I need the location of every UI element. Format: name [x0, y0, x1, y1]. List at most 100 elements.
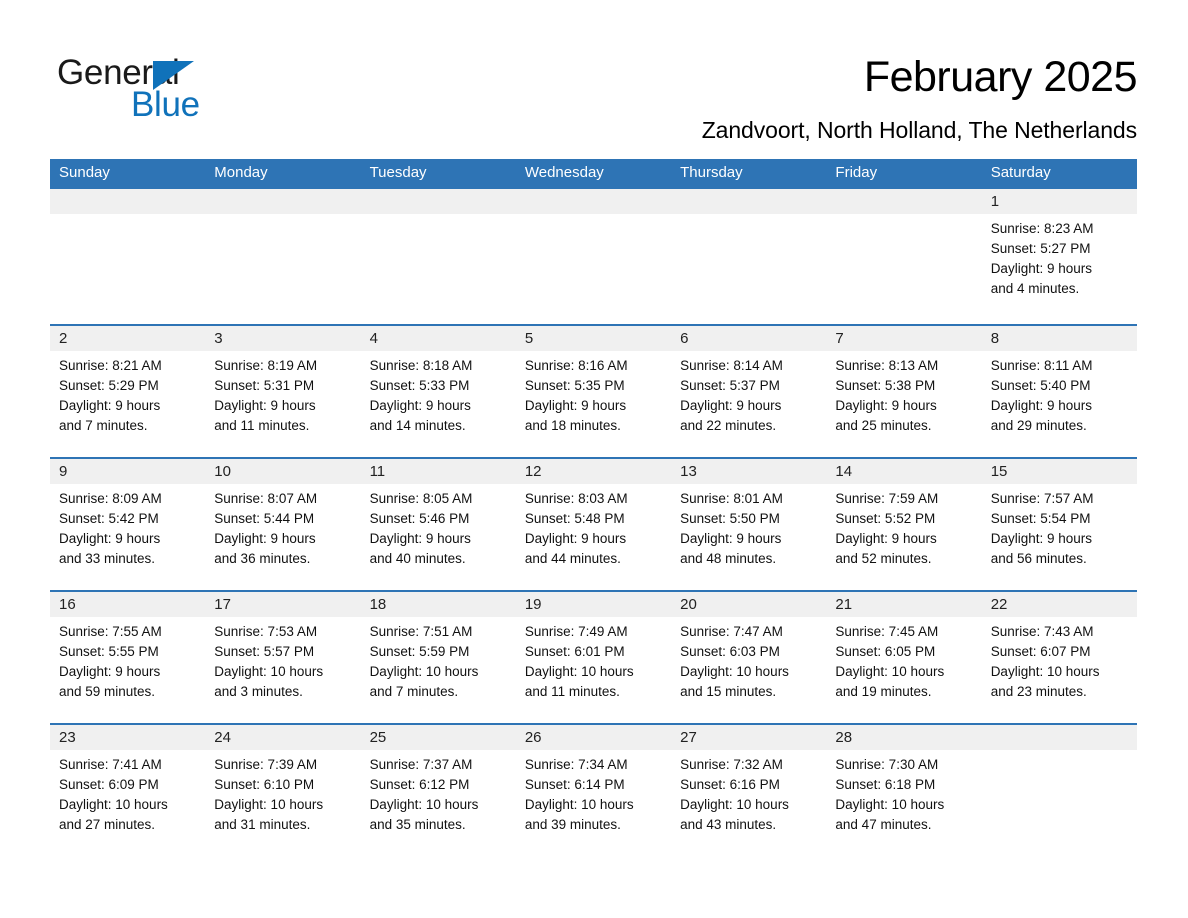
day-number: 25 — [360, 725, 516, 750]
daylight-text-line2: and 3 minutes. — [214, 684, 303, 699]
day-cell[interactable]: 22 Sunrise: 7:43 AM Sunset: 6:07 PM Dayl… — [981, 590, 1137, 724]
day-cell[interactable]: 21 Sunrise: 7:45 AM Sunset: 6:05 PM Dayl… — [826, 590, 982, 724]
sunset-text: Sunset: 5:55 PM — [59, 644, 159, 659]
day-cell[interactable]: 16 Sunrise: 7:55 AM Sunset: 5:55 PM Dayl… — [50, 590, 206, 724]
daylight-text-line2: and 25 minutes. — [835, 418, 932, 433]
day-cell[interactable]: 28 Sunrise: 7:30 AM Sunset: 6:18 PM Dayl… — [826, 723, 982, 842]
day-cell[interactable]: 24 Sunrise: 7:39 AM Sunset: 6:10 PM Dayl… — [205, 723, 361, 842]
day-number — [515, 189, 672, 214]
week-row: 2 Sunrise: 8:21 AM Sunset: 5:29 PM Dayli… — [50, 324, 1137, 458]
daylight-text-line2: and 22 minutes. — [680, 418, 777, 433]
sunrise-text: Sunrise: 8:07 AM — [214, 491, 318, 506]
sunset-text: Sunset: 6:16 PM — [680, 777, 780, 792]
sunset-text: Sunset: 5:35 PM — [524, 378, 625, 393]
sunrise-text: Sunrise: 8:16 AM — [524, 358, 628, 373]
day-cell[interactable]: 10 Sunrise: 8:07 AM Sunset: 5:44 PM Dayl… — [205, 457, 361, 591]
sunset-text: Sunset: 5:48 PM — [524, 511, 625, 526]
day-number — [826, 189, 982, 214]
daylight-text-line1: Daylight: 9 hours — [59, 531, 161, 546]
weekday-header-row: Sunday Monday Tuesday Wednesday Thursday… — [50, 159, 1137, 188]
daylight-text-line1: Daylight: 9 hours — [59, 664, 161, 679]
day-cell[interactable] — [360, 187, 516, 325]
daylight-text-line1: Daylight: 10 hours — [59, 797, 168, 812]
daylight-text-line2: and 33 minutes. — [59, 551, 156, 566]
daylight-text-line2: and 11 minutes. — [524, 684, 620, 699]
sunset-text: Sunset: 5:33 PM — [369, 378, 470, 393]
day-cell[interactable]: 7 Sunrise: 8:13 AM Sunset: 5:38 PM Dayli… — [826, 324, 982, 458]
daylight-text-line2: and 27 minutes. — [59, 817, 156, 832]
day-cell[interactable]: 19 Sunrise: 7:49 AM Sunset: 6:01 PM Dayl… — [515, 590, 672, 724]
sunrise-text: Sunrise: 7:39 AM — [214, 757, 318, 772]
day-number: 22 — [981, 592, 1137, 617]
day-cell[interactable] — [205, 187, 361, 325]
day-cell[interactable]: 2 Sunrise: 8:21 AM Sunset: 5:29 PM Dayli… — [50, 324, 206, 458]
daylight-text-line2: and 52 minutes. — [835, 551, 932, 566]
day-cell[interactable]: 17 Sunrise: 7:53 AM Sunset: 5:57 PM Dayl… — [205, 590, 361, 724]
day-cell[interactable]: 27 Sunrise: 7:32 AM Sunset: 6:16 PM Dayl… — [671, 723, 827, 842]
daylight-text-line1: Daylight: 9 hours — [524, 531, 627, 546]
sunset-text: Sunset: 6:14 PM — [524, 777, 625, 792]
day-cell[interactable] — [826, 187, 982, 325]
day-cell[interactable] — [50, 187, 206, 325]
day-number: 18 — [360, 592, 516, 617]
day-number: 26 — [515, 725, 672, 750]
daylight-text-line1: Daylight: 9 hours — [990, 531, 1092, 546]
day-number: 4 — [360, 326, 516, 351]
weekday-header-friday: Friday — [826, 159, 982, 188]
sunrise-text: Sunrise: 7:37 AM — [369, 757, 473, 772]
day-cell[interactable]: 13 Sunrise: 8:01 AM Sunset: 5:50 PM Dayl… — [671, 457, 827, 591]
daylight-text-line1: Daylight: 9 hours — [369, 531, 471, 546]
daylight-text-line2: and 14 minutes. — [369, 418, 466, 433]
day-cell[interactable]: 23 Sunrise: 7:41 AM Sunset: 6:09 PM Dayl… — [50, 723, 206, 842]
day-cell[interactable] — [981, 723, 1137, 842]
sunrise-text: Sunrise: 8:19 AM — [214, 358, 318, 373]
daylight-text-line1: Daylight: 9 hours — [680, 398, 782, 413]
sunset-text: Sunset: 6:18 PM — [835, 777, 936, 792]
day-number: 3 — [205, 326, 361, 351]
day-number — [671, 189, 827, 214]
day-cell[interactable] — [671, 187, 827, 325]
sunrise-text: Sunrise: 7:30 AM — [835, 757, 939, 772]
daylight-text-line2: and 29 minutes. — [990, 418, 1087, 433]
daylight-text-line2: and 59 minutes. — [59, 684, 156, 699]
daylight-text-line1: Daylight: 10 hours — [524, 797, 634, 812]
day-number: 6 — [671, 326, 827, 351]
day-cell[interactable]: 8 Sunrise: 8:11 AM Sunset: 5:40 PM Dayli… — [981, 324, 1137, 458]
sunset-text: Sunset: 5:57 PM — [214, 644, 315, 659]
day-number: 23 — [50, 725, 206, 750]
sunrise-text: Sunrise: 8:21 AM — [59, 358, 162, 373]
day-cell[interactable] — [515, 187, 672, 325]
daylight-text-line1: Daylight: 10 hours — [214, 664, 324, 679]
day-cell[interactable]: 9 Sunrise: 8:09 AM Sunset: 5:42 PM Dayli… — [50, 457, 206, 591]
day-cell[interactable]: 20 Sunrise: 7:47 AM Sunset: 6:03 PM Dayl… — [671, 590, 827, 724]
daylight-text-line1: Daylight: 10 hours — [369, 664, 479, 679]
day-cell[interactable]: 3 Sunrise: 8:19 AM Sunset: 5:31 PM Dayli… — [205, 324, 361, 458]
day-cell[interactable]: 14 Sunrise: 7:59 AM Sunset: 5:52 PM Dayl… — [826, 457, 982, 591]
day-number: 27 — [671, 725, 827, 750]
day-cell[interactable]: 6 Sunrise: 8:14 AM Sunset: 5:37 PM Dayli… — [671, 324, 827, 458]
day-cell[interactable]: 11 Sunrise: 8:05 AM Sunset: 5:46 PM Dayl… — [360, 457, 516, 591]
day-cell[interactable]: 25 Sunrise: 7:37 AM Sunset: 6:12 PM Dayl… — [360, 723, 516, 842]
daylight-text-line2: and 18 minutes. — [524, 418, 621, 433]
day-cell[interactable]: 4 Sunrise: 8:18 AM Sunset: 5:33 PM Dayli… — [360, 324, 516, 458]
sunrise-text: Sunrise: 7:41 AM — [59, 757, 162, 772]
sunrise-text: Sunrise: 7:53 AM — [214, 624, 318, 639]
sunset-text: Sunset: 6:05 PM — [835, 644, 936, 659]
sunset-text: Sunset: 6:12 PM — [369, 777, 470, 792]
daylight-text-line2: and 40 minutes. — [369, 551, 466, 566]
sunrise-text: Sunrise: 7:55 AM — [59, 624, 162, 639]
day-cell[interactable]: 12 Sunrise: 8:03 AM Sunset: 5:48 PM Dayl… — [515, 457, 672, 591]
day-number: 19 — [515, 592, 672, 617]
calendar-body: 1 Sunrise: 8:23 AM Sunset: 5:27 PM Dayli… — [50, 187, 1137, 842]
day-number: 15 — [981, 459, 1137, 484]
sunrise-text: Sunrise: 8:13 AM — [835, 358, 939, 373]
day-cell[interactable]: 15 Sunrise: 7:57 AM Sunset: 5:54 PM Dayl… — [981, 457, 1137, 591]
day-cell[interactable]: 26 Sunrise: 7:34 AM Sunset: 6:14 PM Dayl… — [515, 723, 672, 842]
day-cell[interactable]: 5 Sunrise: 8:16 AM Sunset: 5:35 PM Dayli… — [515, 324, 672, 458]
sunrise-text: Sunrise: 7:47 AM — [680, 624, 783, 639]
day-cell[interactable]: 18 Sunrise: 7:51 AM Sunset: 5:59 PM Dayl… — [360, 590, 516, 724]
sunrise-text: Sunrise: 7:51 AM — [369, 624, 473, 639]
day-cell[interactable]: 1 Sunrise: 8:23 AM Sunset: 5:27 PM Dayli… — [981, 187, 1137, 325]
daylight-text-line1: Daylight: 9 hours — [990, 398, 1092, 413]
sunset-text: Sunset: 5:27 PM — [990, 241, 1091, 256]
